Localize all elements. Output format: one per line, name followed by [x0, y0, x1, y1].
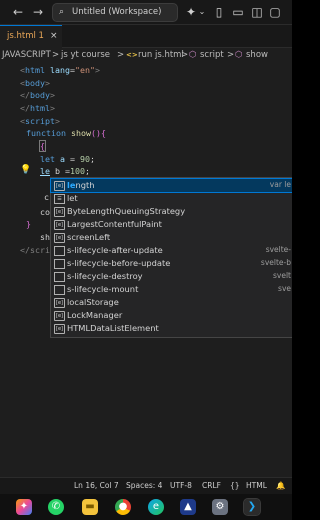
lightbulb-icon[interactable]: 💡	[20, 164, 32, 176]
end-of-line[interactable]: CRLF	[202, 478, 221, 494]
keyword-icon: ☰	[54, 194, 65, 204]
code-line: c	[44, 192, 49, 202]
language-mode[interactable]: HTML	[246, 478, 267, 494]
forward-arrow-icon[interactable]: →	[32, 4, 44, 20]
suggestion-item[interactable]: [e] LockManager	[51, 309, 292, 322]
chevron-down-icon[interactable]: ⌄	[197, 4, 207, 20]
status-bar: Ln 16, Col 7 Spaces: 4 UTF-8 CRLF {} HTM…	[0, 477, 292, 494]
code-line: co	[40, 207, 50, 217]
breadcrumb-show[interactable]: show	[246, 47, 268, 64]
whatsapp-icon[interactable]: ✆	[48, 499, 64, 515]
settings-icon[interactable]: ⚙	[212, 499, 228, 515]
field-icon: [e]	[54, 181, 65, 191]
layout-customize-icon[interactable]: ▢	[268, 4, 282, 20]
field-icon: [e]	[54, 233, 65, 243]
breadcrumb-separator: >	[227, 50, 235, 60]
suggestion-widget: [e] length var le ☰ let [e] ByteLengthQu…	[50, 177, 292, 338]
code-line: {	[39, 140, 46, 152]
suggestion-item[interactable]: [e] length var le	[50, 178, 292, 193]
suggestion-item[interactable]: ☰ let	[51, 192, 292, 205]
suggestion-detail: svelte-b	[260, 258, 291, 267]
encoding[interactable]: UTF-8	[170, 478, 192, 494]
breadcrumb-separator: >	[181, 50, 189, 60]
layout-sidebar-icon[interactable]: ▯	[212, 4, 226, 20]
file-explorer-icon[interactable]: ▬	[82, 499, 98, 515]
suggestion-item[interactable]: [e] LargestContentfulPaint	[51, 218, 292, 231]
snippet-icon	[54, 272, 65, 282]
code-line: <body>	[20, 78, 50, 88]
back-arrow-icon[interactable]: ←	[12, 4, 24, 20]
field-icon: [e]	[54, 311, 65, 321]
breadcrumb-javascript[interactable]: JAVASCRIPT	[2, 47, 51, 64]
vscode-icon[interactable]: ❯	[243, 498, 261, 516]
notifications-icon[interactable]: 🔔	[276, 478, 285, 494]
search-icon: ⌕	[59, 7, 65, 17]
suggestion-item[interactable]: s-lifecycle-mount sve	[51, 283, 292, 296]
layout-panel-icon[interactable]: ▭	[231, 4, 245, 20]
breadcrumb: JAVASCRIPT > js yt course > <> run js.ht…	[0, 47, 292, 64]
edge-icon[interactable]: e	[148, 499, 164, 515]
breadcrumb-separator: >	[117, 50, 125, 60]
code-line: function show(){	[26, 128, 106, 138]
breadcrumb-script[interactable]: script	[200, 47, 224, 64]
indentation[interactable]: Spaces: 4	[126, 478, 162, 494]
code-line: let a = 90;	[40, 154, 95, 164]
code-line-current: le b =100;	[40, 166, 90, 176]
tab-js-html[interactable]: js.html 1 ×	[0, 25, 62, 48]
snippet-icon	[54, 285, 65, 295]
field-icon: [e]	[54, 298, 65, 308]
tab-label: js.html 1	[7, 31, 44, 41]
layout-secondary-icon[interactable]: ◫	[250, 4, 264, 20]
breadcrumb-run-js-html[interactable]: run js.html	[138, 47, 184, 64]
suggestion-detail: var le	[269, 180, 291, 189]
command-center-search[interactable]: ⌕ Untitled (Workspace)	[52, 3, 178, 22]
breadcrumb-js-yt-course[interactable]: js yt course	[61, 47, 110, 64]
cursor-position[interactable]: Ln 16, Col 7	[74, 478, 119, 494]
suggestion-item[interactable]: s-lifecycle-before-update svelte-b	[51, 257, 292, 270]
suggestion-item[interactable]: s-lifecycle-after-update svelte-	[51, 244, 292, 257]
code-line: </body>	[20, 90, 55, 100]
vscode-window: ← → ⌕ Untitled (Workspace) ✦ ⌄ ▯ ▭ ◫ ▢ j…	[0, 0, 292, 520]
copilot-icon[interactable]: ✦	[16, 499, 32, 515]
field-icon: [e]	[54, 207, 65, 217]
copilot-icon[interactable]: ✦	[184, 4, 198, 20]
code-line: <html lang="en">	[20, 65, 100, 75]
symbol-cube-icon: ⬡	[235, 50, 243, 60]
code-line: </html>	[20, 103, 55, 113]
title-bar: ← → ⌕ Untitled (Workspace) ✦ ⌄ ▯ ▭ ◫ ▢	[0, 0, 292, 25]
field-icon: [e]	[54, 220, 65, 230]
code-line: sh	[40, 232, 50, 242]
breadcrumb-separator: >	[52, 50, 60, 60]
workspace-name: Untitled (Workspace)	[72, 7, 162, 17]
field-icon: [e]	[54, 324, 65, 334]
code-line: <script>	[20, 116, 60, 126]
html-file-icon: <>	[126, 51, 138, 59]
suggestion-detail: svelte-	[265, 245, 291, 254]
photos-icon[interactable]: ▲	[180, 499, 196, 515]
close-icon[interactable]: ×	[50, 26, 58, 47]
snippet-icon	[54, 246, 65, 256]
suggestion-item[interactable]: s-lifecycle-destroy svelt	[51, 270, 292, 283]
suggestion-item[interactable]: [e] screenLeft	[51, 231, 292, 244]
code-line: </scri	[20, 245, 50, 255]
suggestion-item[interactable]: [e] ByteLengthQueuingStrategy	[51, 205, 292, 218]
suggestion-detail: sve	[278, 284, 291, 293]
symbol-cube-icon: ⬡	[189, 50, 197, 60]
snippet-icon	[54, 259, 65, 269]
chrome-icon[interactable]: ●	[115, 499, 131, 515]
suggestion-detail: svelt	[273, 271, 291, 280]
suggestion-item[interactable]: [e] HTMLDataListElement	[51, 322, 292, 335]
editor-tabs: js.html 1 ×	[0, 25, 292, 48]
code-line: }	[26, 219, 31, 229]
suggestion-item[interactable]: [e] localStorage	[51, 296, 292, 309]
taskbar: ✦ ✆ ▬ ● e ▲ ⚙ ❯	[0, 494, 292, 520]
language-mode-braces: {}	[230, 481, 240, 490]
